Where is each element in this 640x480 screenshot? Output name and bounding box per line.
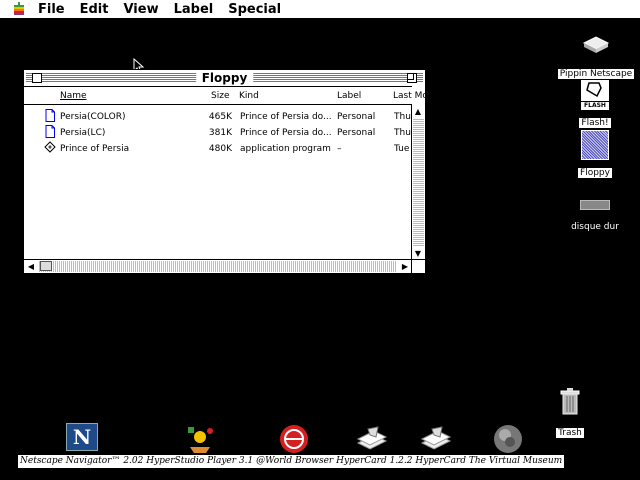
file-modified: Thu	[394, 128, 411, 138]
scroll-right-arrow-icon[interactable]: ▶	[399, 260, 411, 273]
file-kind: application program	[240, 144, 331, 154]
file-list: Persia(COLOR) 465K Prince of Persia do..…	[24, 105, 412, 260]
menu-label[interactable]: Label	[174, 2, 214, 17]
menu-special[interactable]: Special	[228, 2, 281, 17]
world-browser-icon[interactable]	[278, 423, 310, 455]
scroll-left-arrow-icon[interactable]: ◀	[25, 260, 37, 273]
file-row[interactable]: Persia(LC) 381K Prince of Persia do... P…	[24, 124, 412, 140]
desktop-icon-trash[interactable]: Trash	[552, 386, 588, 439]
flash-icon: FLASH	[581, 80, 609, 110]
document-icon	[45, 125, 55, 138]
menu-edit[interactable]: Edit	[80, 2, 109, 17]
file-label: Personal	[337, 112, 376, 122]
file-row[interactable]: Prince of Persia 480K application progra…	[24, 140, 412, 156]
file-modified: Thu	[394, 112, 411, 122]
netscape-navigator-icon[interactable]: N	[66, 423, 98, 455]
file-kind: Prince of Persia do...	[240, 112, 332, 122]
desktop-icon-label: Floppy	[578, 168, 612, 178]
file-size: 480K	[208, 144, 232, 154]
file-kind: Prince of Persia do...	[240, 128, 332, 138]
document-icon	[45, 109, 55, 122]
desktop-icon-pippin[interactable]: Pippin Netscape	[556, 33, 636, 80]
trash-icon	[560, 388, 580, 415]
file-name: Persia(LC)	[60, 128, 106, 138]
file-modified: Tue	[394, 144, 410, 154]
file-name: Prince of Persia	[60, 144, 130, 154]
netscape-letter: N	[66, 423, 98, 451]
apple-menu-icon[interactable]	[12, 2, 26, 16]
menu-bar: File Edit View Label Special	[0, 0, 640, 19]
flash-caption: FLASH	[581, 101, 609, 109]
desktop-icon-label: Flash!	[579, 118, 611, 128]
column-header-name[interactable]: Name	[60, 91, 87, 101]
menu-view[interactable]: View	[123, 2, 158, 17]
desktop-icon-label: Pippin Netscape	[557, 69, 635, 79]
horizontal-scrollbar[interactable]: ◀ ▶	[24, 259, 412, 273]
hypercard-stack-icon[interactable]	[420, 423, 452, 455]
window-title: Floppy	[195, 70, 254, 86]
floppy-disk-icon	[581, 130, 609, 160]
file-row[interactable]: Persia(COLOR) 465K Prince of Persia do..…	[24, 108, 412, 124]
column-header-modified[interactable]: Last Mo	[393, 91, 428, 101]
vertical-scroll-track[interactable]	[413, 119, 424, 246]
scroll-up-arrow-icon[interactable]: ▲	[412, 105, 424, 118]
horizontal-scroll-track[interactable]	[39, 261, 397, 272]
zoom-box[interactable]	[407, 73, 417, 83]
file-label: Personal	[337, 128, 376, 138]
file-label: –	[337, 144, 342, 154]
title-bar[interactable]: Floppy	[24, 70, 425, 86]
hard-disk-icon	[582, 36, 610, 53]
desktop-icon-label: disque dur	[571, 222, 619, 232]
column-header-label[interactable]: Label	[337, 91, 361, 101]
vertical-scrollbar[interactable]: ▲ ▼	[411, 105, 425, 260]
virtual-museum-icon[interactable]	[492, 423, 524, 455]
resize-box[interactable]	[411, 259, 425, 273]
file-size: 465K	[208, 112, 232, 122]
column-headers: Name Size Kind Label Last Mo	[24, 86, 428, 105]
menu-file[interactable]: File	[38, 2, 65, 17]
hard-drive-icon	[580, 200, 610, 210]
application-icon	[44, 141, 56, 153]
desktop-icon-floppy[interactable]: Floppy	[575, 130, 615, 179]
column-header-kind[interactable]: Kind	[239, 91, 259, 101]
finder-window[interactable]: Floppy Name Size Kind Label Last Mo Pers…	[23, 69, 428, 274]
close-box[interactable]	[32, 73, 42, 83]
desktop-icon-label: Trash	[556, 428, 584, 438]
hyperstudio-player-icon[interactable]	[184, 423, 216, 455]
hypercard-icon[interactable]	[356, 423, 388, 455]
horizontal-scroll-thumb[interactable]	[40, 261, 52, 271]
desktop-icon-disk[interactable]: disque dur	[565, 200, 625, 233]
desktop-icon-flash[interactable]: FLASH Flash!	[575, 80, 615, 129]
file-size: 381K	[208, 128, 232, 138]
launcher-caption: Netscape Navigator™ 2.02 HyperStudio Pla…	[18, 455, 565, 468]
column-header-size[interactable]: Size	[211, 91, 229, 101]
file-name: Persia(COLOR)	[60, 112, 126, 122]
